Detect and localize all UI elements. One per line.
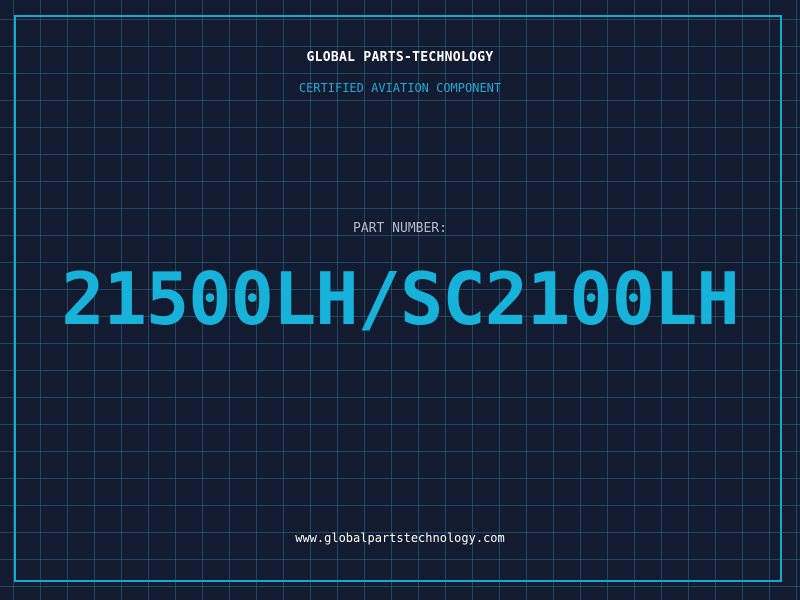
company-name: GLOBAL PARTS-TECHNOLOGY: [306, 50, 494, 65]
certification-subtitle: CERTIFIED AVIATION COMPONENT: [298, 81, 502, 95]
page: GLOBAL PARTS-TECHNOLOGY CERTIFIED AVIATI…: [0, 0, 800, 600]
website-url: www.globalpartstechnology.com: [295, 531, 505, 545]
part-number-value: 21500LH/SC2100LH: [61, 257, 740, 341]
part-number-label: PART NUMBER:: [353, 221, 447, 236]
